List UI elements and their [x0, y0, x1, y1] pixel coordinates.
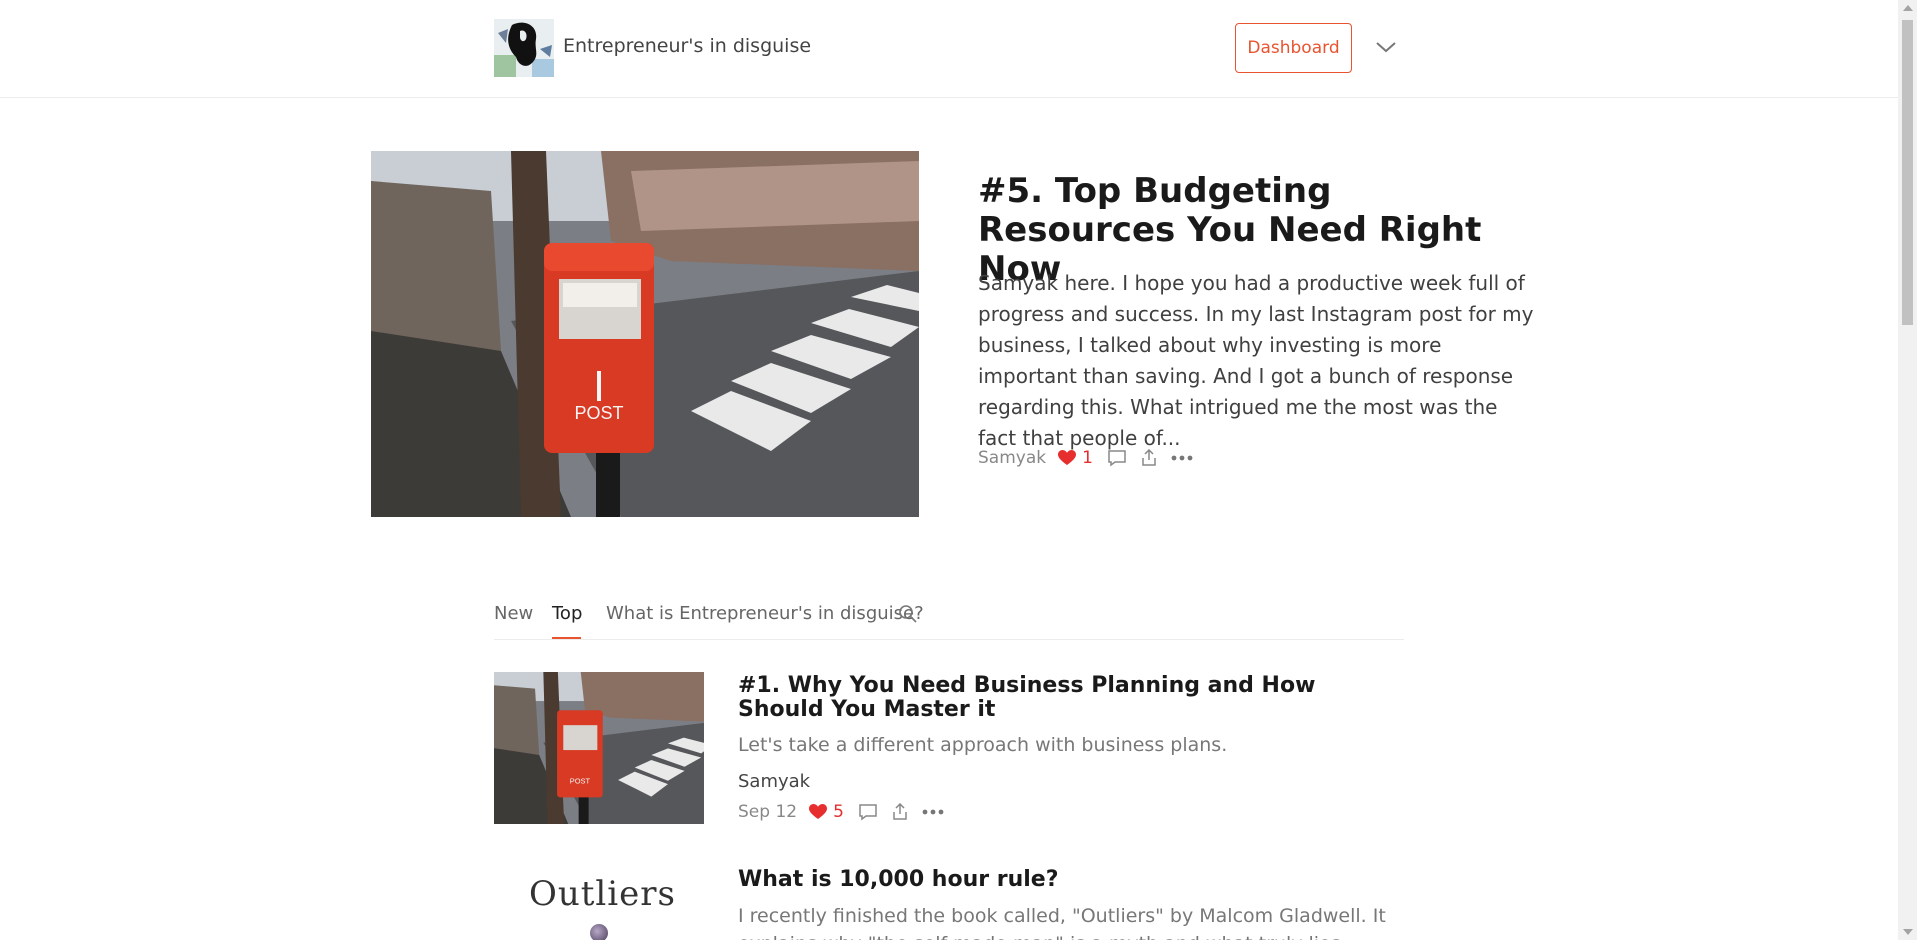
share-icon[interactable]: [892, 803, 908, 821]
chevron-down-icon[interactable]: [1374, 39, 1398, 55]
hero-post-excerpt[interactable]: Samyak here. I hope you had a productive…: [978, 268, 1538, 454]
book-cover-graphic: [590, 924, 608, 940]
hero-post-meta: Samyak 1: [978, 448, 1207, 468]
dashboard-button[interactable]: Dashboard: [1235, 23, 1352, 73]
scroll-down-arrow-icon[interactable]: [1903, 929, 1913, 935]
outliers-cover-title: Outliers: [529, 874, 677, 914]
site-header: Entrepreneur's in disguise Dashboard: [0, 0, 1898, 98]
post-title[interactable]: What is 10,000 hour rule?: [738, 868, 1398, 892]
post-author[interactable]: Samyak: [738, 771, 810, 792]
page-scrollbar[interactable]: [1898, 0, 1917, 940]
hero-image[interactable]: POST: [371, 151, 919, 517]
svg-text:POST: POST: [574, 403, 623, 423]
search-icon[interactable]: [898, 604, 918, 628]
post-thumbnail-outliers[interactable]: Outliers: [494, 866, 704, 940]
like-count: 1: [1082, 448, 1093, 468]
comment-icon[interactable]: [1107, 449, 1127, 467]
tab-top[interactable]: Top: [552, 603, 582, 624]
post-date: Sep 12: [738, 802, 798, 822]
like-button[interactable]: 1: [1058, 448, 1093, 468]
post-tabs: New Top What is Entrepreneur's in disgui…: [494, 598, 1404, 640]
share-icon[interactable]: [1141, 449, 1157, 467]
like-count: 5: [833, 802, 844, 822]
tab-new[interactable]: New: [494, 603, 533, 624]
post-title[interactable]: #1. Why You Need Business Planning and H…: [738, 674, 1398, 722]
svg-text:POST: POST: [570, 776, 591, 785]
post-subtitle[interactable]: I recently finished the book called, "Ou…: [738, 902, 1398, 940]
site-title[interactable]: Entrepreneur's in disguise: [563, 35, 811, 57]
site-logo[interactable]: [494, 19, 554, 77]
scroll-up-arrow-icon[interactable]: [1903, 5, 1913, 11]
hero-post-author[interactable]: Samyak: [978, 448, 1046, 468]
like-button[interactable]: 5: [809, 802, 844, 822]
post-meta: Sep 12 5: [738, 802, 958, 822]
tab-about[interactable]: What is Entrepreneur's in disguise?: [606, 603, 924, 624]
active-tab-indicator: [552, 637, 581, 639]
comment-icon[interactable]: [858, 803, 878, 821]
heart-icon: [809, 804, 828, 819]
scroll-thumb[interactable]: [1902, 20, 1913, 325]
post-thumbnail[interactable]: POST: [494, 672, 704, 824]
post-subtitle[interactable]: Let's take a different approach with bus…: [738, 734, 1398, 756]
more-icon[interactable]: [1171, 455, 1193, 461]
more-icon[interactable]: [922, 809, 944, 815]
heart-icon: [1058, 450, 1077, 465]
